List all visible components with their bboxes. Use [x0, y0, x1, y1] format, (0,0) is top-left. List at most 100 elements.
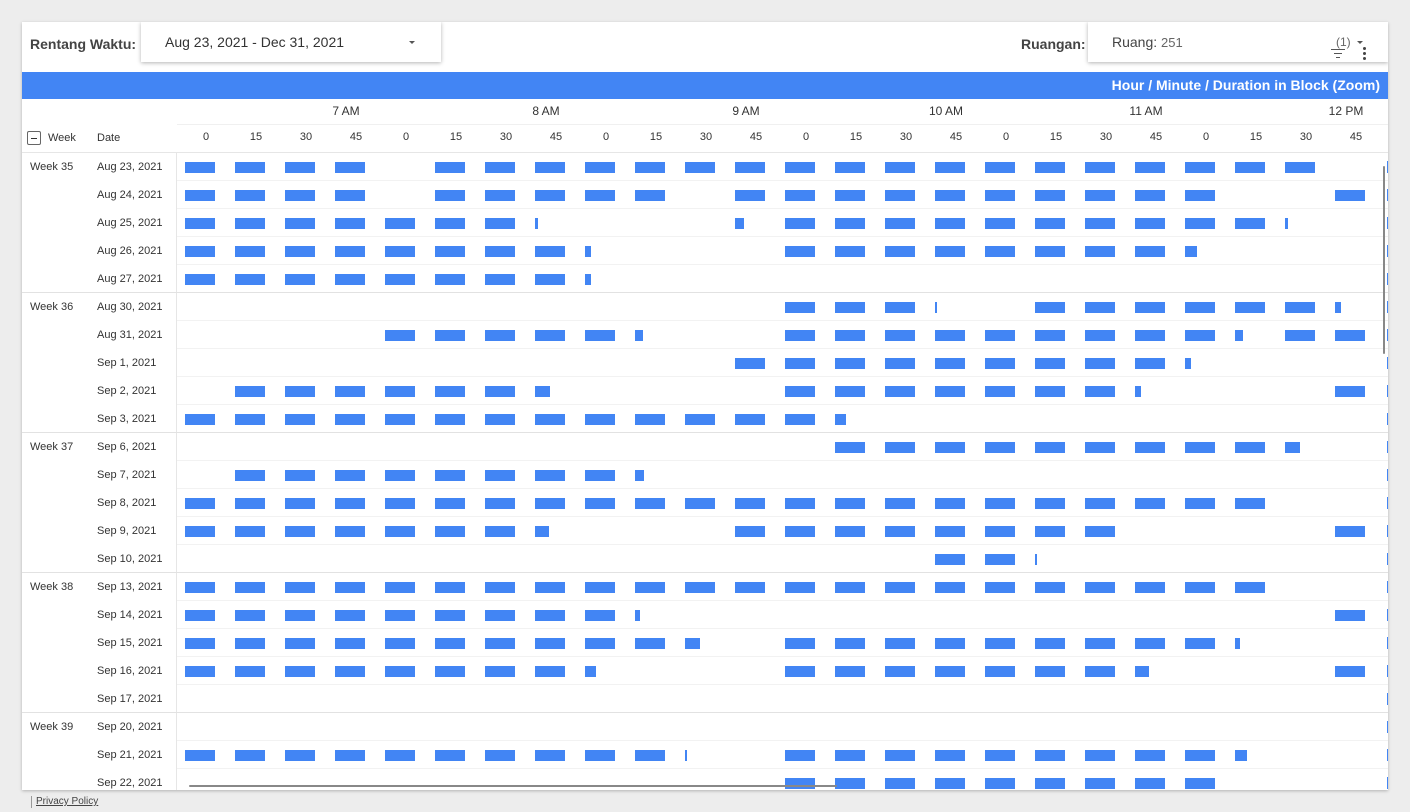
occupancy-block[interactable] [1235, 582, 1265, 593]
occupancy-block[interactable] [385, 386, 415, 397]
occupancy-block[interactable] [335, 274, 365, 285]
occupancy-block[interactable] [835, 190, 865, 201]
occupancy-block[interactable] [785, 778, 815, 789]
occupancy-block[interactable] [835, 218, 865, 229]
occupancy-block[interactable] [935, 638, 965, 649]
occupancy-block[interactable] [935, 442, 965, 453]
occupancy-block[interactable] [1085, 582, 1115, 593]
occupancy-block[interactable] [1135, 302, 1165, 313]
occupancy-block[interactable] [985, 582, 1015, 593]
occupancy-block[interactable] [885, 218, 915, 229]
occupancy-block[interactable] [1185, 498, 1215, 509]
occupancy-block[interactable] [935, 246, 965, 257]
occupancy-block[interactable] [335, 218, 365, 229]
occupancy-block[interactable] [785, 246, 815, 257]
occupancy-block[interactable] [335, 162, 365, 173]
occupancy-block[interactable] [835, 302, 865, 313]
occupancy-block[interactable] [1085, 498, 1115, 509]
occupancy-block[interactable] [835, 330, 865, 341]
occupancy-block[interactable] [1235, 750, 1247, 761]
occupancy-block[interactable] [1185, 358, 1191, 369]
occupancy-block[interactable] [1235, 302, 1265, 313]
occupancy-block[interactable] [485, 610, 515, 621]
occupancy-block[interactable] [335, 750, 365, 761]
occupancy-block[interactable] [585, 330, 615, 341]
occupancy-block[interactable] [285, 162, 315, 173]
occupancy-block[interactable] [1085, 526, 1115, 537]
occupancy-block[interactable] [235, 246, 265, 257]
occupancy-block[interactable] [935, 330, 965, 341]
occupancy-block[interactable] [585, 638, 615, 649]
occupancy-block[interactable] [185, 190, 215, 201]
occupancy-block[interactable] [385, 666, 415, 677]
occupancy-block[interactable] [235, 274, 265, 285]
occupancy-block[interactable] [585, 666, 596, 677]
occupancy-block[interactable] [885, 582, 915, 593]
occupancy-block[interactable] [1235, 218, 1265, 229]
occupancy-block[interactable] [785, 218, 815, 229]
occupancy-block[interactable] [535, 246, 565, 257]
occupancy-block[interactable] [435, 498, 465, 509]
occupancy-block[interactable] [985, 330, 1015, 341]
occupancy-block[interactable] [385, 750, 415, 761]
occupancy-block[interactable] [1135, 386, 1141, 397]
occupancy-block[interactable] [1285, 442, 1300, 453]
more-vert-icon[interactable] [1363, 47, 1367, 61]
occupancy-block[interactable] [835, 750, 865, 761]
occupancy-block[interactable] [435, 750, 465, 761]
filter-icon[interactable] [1331, 49, 1345, 59]
occupancy-block[interactable] [885, 750, 915, 761]
occupancy-block[interactable] [335, 666, 365, 677]
occupancy-block[interactable] [635, 582, 665, 593]
occupancy-block[interactable] [1185, 190, 1215, 201]
occupancy-block[interactable] [935, 554, 965, 565]
occupancy-block[interactable] [1285, 302, 1315, 313]
occupancy-block[interactable] [835, 638, 865, 649]
occupancy-block[interactable] [935, 582, 965, 593]
occupancy-block[interactable] [235, 414, 265, 425]
occupancy-block[interactable] [185, 526, 215, 537]
occupancy-block[interactable] [1135, 582, 1165, 593]
occupancy-block[interactable] [535, 610, 565, 621]
occupancy-block[interactable] [885, 386, 915, 397]
occupancy-block[interactable] [435, 638, 465, 649]
occupancy-block[interactable] [985, 554, 1015, 565]
occupancy-block[interactable] [685, 638, 700, 649]
occupancy-block[interactable] [935, 750, 965, 761]
occupancy-block[interactable] [585, 470, 615, 481]
occupancy-block[interactable] [485, 498, 515, 509]
occupancy-block[interactable] [535, 386, 550, 397]
occupancy-block[interactable] [335, 470, 365, 481]
occupancy-block[interactable] [1085, 666, 1115, 677]
occupancy-block[interactable] [285, 190, 315, 201]
occupancy-block[interactable] [1335, 190, 1365, 201]
occupancy-block[interactable] [1335, 526, 1365, 537]
occupancy-block[interactable] [1085, 162, 1115, 173]
occupancy-block[interactable] [435, 414, 465, 425]
occupancy-block[interactable] [285, 666, 315, 677]
occupancy-block[interactable] [485, 246, 515, 257]
room-dropdown[interactable]: Ruang: 251 (1) [1088, 22, 1388, 62]
occupancy-block[interactable] [535, 470, 565, 481]
occupancy-block[interactable] [485, 162, 515, 173]
occupancy-block[interactable] [285, 246, 315, 257]
occupancy-block[interactable] [885, 162, 915, 173]
occupancy-block[interactable] [885, 358, 915, 369]
occupancy-block[interactable] [1235, 442, 1265, 453]
occupancy-block[interactable] [635, 750, 665, 761]
occupancy-block[interactable] [785, 386, 815, 397]
collapse-icon[interactable] [27, 131, 41, 145]
occupancy-block[interactable] [1035, 330, 1065, 341]
occupancy-block[interactable] [1185, 638, 1215, 649]
occupancy-block[interactable] [1085, 778, 1115, 789]
occupancy-block[interactable] [1335, 330, 1365, 341]
occupancy-block[interactable] [935, 778, 965, 789]
occupancy-block[interactable] [485, 218, 515, 229]
occupancy-block[interactable] [385, 470, 415, 481]
occupancy-block[interactable] [235, 498, 265, 509]
occupancy-block[interactable] [285, 470, 315, 481]
occupancy-block[interactable] [1135, 246, 1165, 257]
occupancy-block[interactable] [785, 190, 815, 201]
occupancy-block[interactable] [585, 162, 615, 173]
occupancy-block[interactable] [385, 582, 415, 593]
